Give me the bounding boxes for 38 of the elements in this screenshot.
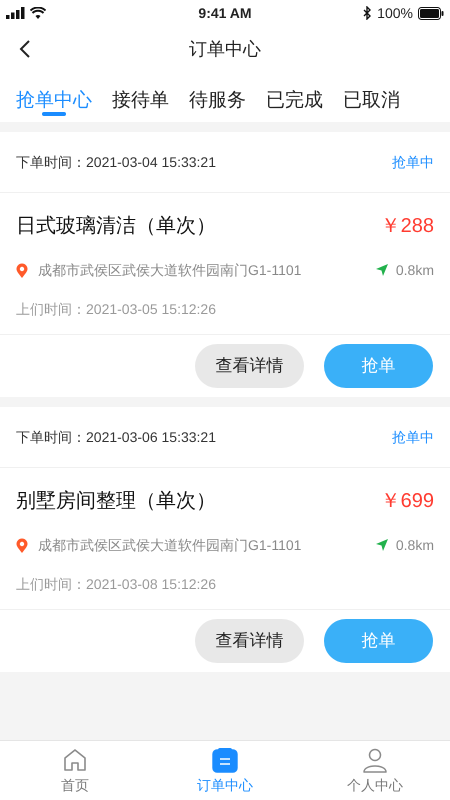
tab[interactable]: 待服务 [181,72,254,118]
address: 成都市武侯区武侯大道软件园南门G1-1101 [38,260,302,280]
view-details-button[interactable]: 查看详情 [195,619,304,663]
battery-icon [418,6,444,20]
order-status: 抢单中 [392,152,434,172]
status-time: 9:41 AM [198,4,252,22]
address: 成都市武侯区武侯大道软件园南门G1-1101 [38,536,302,554]
tab[interactable]: 接待单 [104,72,177,118]
service-title: 别墅房间整理（单次） [16,489,216,514]
distance: 0.8km [396,536,434,554]
price: ￥699 [380,489,434,514]
nav-item[interactable]: 个人中心 [300,741,450,796]
navigation-arrow-icon [376,264,388,276]
clipboard-icon [212,747,238,773]
tab[interactable]: 已取消 [335,72,408,118]
navigation-arrow-icon [376,539,388,551]
wifi-icon [30,7,46,19]
distance: 0.8km [396,260,434,280]
visit-time: 上们时间：2021-03-05 15:12:26 [16,300,217,319]
bluetooth-icon [363,6,372,20]
person-icon [362,747,388,773]
order-time: 下单时间：2021-03-04 15:33:21 [16,152,216,172]
order-time: 下单时间：2021-03-06 15:33:21 [16,428,216,446]
price: ￥288 [380,214,434,239]
page-title: 订单中心 [189,38,261,60]
location-pin-icon [16,538,28,552]
battery-percent: 100% [377,4,413,22]
visit-time: 上们时间：2021-03-08 15:12:26 [16,575,217,594]
order-status: 抢单中 [392,428,434,446]
location-pin-icon [16,262,28,278]
home-icon [62,747,88,773]
tab[interactable]: 已完成 [258,72,331,118]
view-details-button[interactable]: 查看详情 [195,344,304,388]
tab-indicator [42,112,66,116]
back-icon [19,39,31,59]
signal-icon [6,7,26,19]
service-title: 日式玻璃清洁（单次） [16,214,216,239]
nav-item[interactable]: 首页 [0,741,150,796]
